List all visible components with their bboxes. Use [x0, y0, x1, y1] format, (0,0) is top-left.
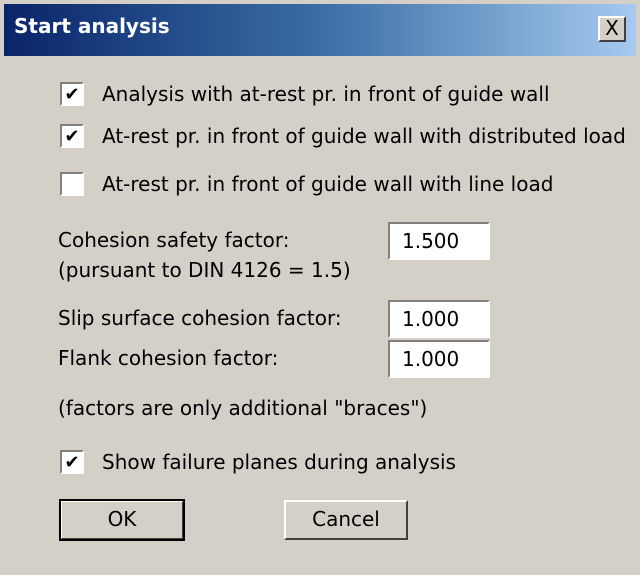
- slip-surface-input[interactable]: [388, 300, 490, 338]
- check-mark-icon: ✔: [64, 451, 80, 473]
- option-show-failure-planes[interactable]: ✔ Show failure planes during analysis: [60, 450, 456, 474]
- option-label: At-rest pr. in front of guide wall with …: [102, 124, 626, 148]
- ok-button[interactable]: OK: [59, 499, 185, 541]
- check-mark-icon: ✔: [64, 83, 80, 105]
- option-line-load[interactable]: At-rest pr. in front of guide wall with …: [60, 172, 553, 196]
- slip-surface-label: Slip surface cohesion factor:: [58, 306, 342, 330]
- cohesion-safety-note: (pursuant to DIN 4126 = 1.5): [58, 258, 351, 282]
- checkbox-line-load[interactable]: [60, 172, 84, 196]
- option-at-rest-guide-wall[interactable]: ✔ Analysis with at-rest pr. in front of …: [60, 82, 550, 106]
- start-analysis-dialog: Start analysis X ✔ Analysis with at-rest…: [0, 0, 640, 575]
- cohesion-safety-label: Cohesion safety factor:: [58, 228, 290, 252]
- close-button[interactable]: X: [598, 16, 626, 42]
- flank-input[interactable]: [388, 340, 490, 378]
- cohesion-safety-input[interactable]: [388, 222, 490, 260]
- cancel-button[interactable]: Cancel: [284, 500, 408, 540]
- dialog-title: Start analysis: [14, 14, 170, 38]
- checkbox-distributed-load[interactable]: ✔: [60, 124, 84, 148]
- flank-label: Flank cohesion factor:: [58, 346, 279, 370]
- check-mark-icon: ✔: [64, 125, 80, 147]
- title-bar: Start analysis X: [4, 4, 636, 56]
- option-label: At-rest pr. in front of guide wall with …: [102, 172, 554, 196]
- option-label: Analysis with at-rest pr. in front of gu…: [102, 82, 550, 106]
- factors-note: (factors are only additional "braces"): [58, 396, 428, 420]
- option-distributed-load[interactable]: ✔ At-rest pr. in front of guide wall wit…: [60, 124, 626, 148]
- checkbox-at-rest-guide-wall[interactable]: ✔: [60, 82, 84, 106]
- option-label: Show failure planes during analysis: [102, 450, 456, 474]
- checkbox-show-failure-planes[interactable]: ✔: [60, 450, 84, 474]
- close-icon: X: [605, 16, 619, 40]
